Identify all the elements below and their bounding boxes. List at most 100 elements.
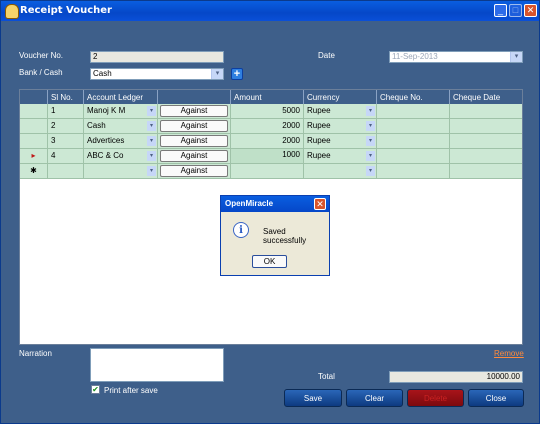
row-header[interactable]	[20, 134, 48, 149]
sl-no-cell[interactable]: 4	[48, 149, 84, 164]
chevron-down-icon[interactable]: ▾	[147, 136, 156, 146]
against-cell: Against	[158, 149, 231, 164]
ledger-cell[interactable]: Cash ▾	[84, 119, 158, 134]
ledger-value: Cash	[87, 121, 106, 130]
against-button[interactable]: Against	[160, 150, 228, 162]
close-window-button[interactable]: ✕	[524, 4, 537, 17]
amount-cell[interactable]: 5000	[231, 104, 304, 119]
against-button[interactable]: Against	[160, 120, 228, 132]
dialog-title[interactable]: OpenMiracle	[221, 196, 329, 212]
row-header[interactable]	[20, 104, 48, 119]
col-account-ledger[interactable]: Account Ledger	[84, 90, 158, 104]
new-row-marker[interactable]: ✱	[20, 164, 48, 179]
sl-no-cell[interactable]: 3	[48, 134, 84, 149]
ok-button[interactable]: OK	[252, 255, 287, 268]
minimize-button[interactable]: _	[494, 4, 507, 17]
ledger-value: Manoj K M	[87, 106, 126, 115]
close-button[interactable]: Close	[468, 389, 524, 407]
sl-no-cell[interactable]: 1	[48, 104, 84, 119]
date-value: 11-Sep-2013	[392, 52, 438, 61]
cheque-date-cell[interactable]	[450, 164, 522, 179]
row-header[interactable]	[20, 119, 48, 134]
col-sl-no[interactable]: Sl No.	[48, 90, 84, 104]
amount-cell[interactable]: 2000	[231, 119, 304, 134]
against-cell: Against	[158, 104, 231, 119]
amount-cell[interactable]	[231, 164, 304, 179]
currency-cell[interactable]: Rupee ▾	[304, 104, 377, 119]
dialog-close-button[interactable]: ✕	[314, 198, 326, 210]
chevron-down-icon[interactable]: ▾	[366, 121, 375, 131]
narration-textarea[interactable]	[90, 348, 224, 382]
currency-cell[interactable]: ▾	[304, 164, 377, 179]
dialog-message: Saved successfully	[263, 227, 307, 245]
receipt-voucher-window: Receipt Voucher _ □ ✕ Voucher No. 2 Date…	[0, 0, 540, 424]
cheque-no-cell[interactable]	[377, 134, 450, 149]
save-button[interactable]: Save	[284, 389, 342, 407]
cheque-date-cell[interactable]	[450, 104, 522, 119]
cheque-no-cell[interactable]	[377, 104, 450, 119]
bank-cash-value: Cash	[93, 69, 112, 78]
chevron-down-icon[interactable]: ▾	[366, 106, 375, 116]
bank-cash-select[interactable]: Cash ▾	[90, 68, 224, 80]
col-currency[interactable]: Currency	[304, 90, 377, 104]
voucher-no-field[interactable]: 2	[90, 51, 224, 63]
date-picker[interactable]: 11-Sep-2013 ▾	[389, 51, 523, 63]
maximize-button[interactable]: □	[509, 4, 522, 17]
currency-value: Rupee	[307, 121, 331, 130]
currency-cell[interactable]: Rupee ▾	[304, 149, 377, 164]
chevron-down-icon[interactable]: ▾	[366, 151, 375, 161]
against-cell: Against	[158, 134, 231, 149]
current-row-marker[interactable]: ▸	[20, 149, 48, 164]
ledger-cell[interactable]: Advertices ▾	[84, 134, 158, 149]
bank-cash-label: Bank / Cash	[19, 68, 63, 77]
cheque-no-cell[interactable]	[377, 164, 450, 179]
chevron-down-icon[interactable]: ▾	[147, 166, 156, 176]
cheque-date-cell[interactable]	[450, 119, 522, 134]
remove-link[interactable]: Remove	[494, 349, 524, 358]
chevron-down-icon[interactable]: ▾	[510, 52, 522, 62]
print-after-save-checkbox[interactable]: ✔	[91, 385, 100, 394]
total-label: Total	[318, 372, 335, 381]
add-ledger-button[interactable]: +	[231, 68, 243, 80]
currency-cell[interactable]: Rupee ▾	[304, 119, 377, 134]
cheque-no-cell[interactable]	[377, 149, 450, 164]
app-icon	[5, 4, 19, 19]
amount-cell[interactable]: 2000	[231, 134, 304, 149]
clear-button[interactable]: Clear	[346, 389, 403, 407]
col-cheque-no[interactable]: Cheque No.	[377, 90, 450, 104]
against-button[interactable]: Against	[160, 165, 228, 177]
ledger-cell[interactable]: Manoj K M ▾	[84, 104, 158, 119]
chevron-down-icon[interactable]: ▾	[211, 69, 223, 79]
col-against[interactable]	[158, 90, 231, 104]
amount-cell[interactable]: 1000	[231, 149, 304, 164]
chevron-down-icon[interactable]: ▾	[147, 106, 156, 116]
against-button[interactable]: Against	[160, 105, 228, 117]
chevron-down-icon[interactable]: ▾	[366, 136, 375, 146]
cheque-date-cell[interactable]	[450, 149, 522, 164]
delete-button[interactable]: Delete	[407, 389, 464, 407]
currency-value: Rupee	[307, 136, 331, 145]
chevron-down-icon[interactable]: ▾	[147, 121, 156, 131]
title-bar[interactable]: Receipt Voucher _ □ ✕	[1, 1, 539, 21]
narration-label: Narration	[19, 349, 52, 358]
currency-value: Rupee	[307, 151, 331, 160]
currency-cell[interactable]: Rupee ▾	[304, 134, 377, 149]
cheque-date-cell[interactable]	[450, 134, 522, 149]
currency-value: Rupee	[307, 106, 331, 115]
info-icon: i	[233, 222, 249, 238]
ledger-cell[interactable]: ▾	[84, 164, 158, 179]
total-value: 10000.00	[389, 371, 523, 383]
sl-no-cell[interactable]: 2	[48, 119, 84, 134]
col-cheque-date[interactable]: Cheque Date	[450, 90, 522, 104]
chevron-down-icon[interactable]: ▾	[366, 166, 375, 176]
print-after-save-label: Print after save	[104, 386, 158, 395]
chevron-down-icon[interactable]: ▾	[147, 151, 156, 161]
message-dialog: OpenMiracle ✕ i Saved successfully OK	[220, 195, 330, 276]
ledger-cell[interactable]: ABC & Co ▾	[84, 149, 158, 164]
cheque-no-cell[interactable]	[377, 119, 450, 134]
date-label: Date	[318, 51, 335, 60]
sl-no-cell[interactable]	[48, 164, 84, 179]
col-amount[interactable]: Amount	[231, 90, 304, 104]
grid-row-header	[20, 90, 48, 104]
against-button[interactable]: Against	[160, 135, 228, 147]
